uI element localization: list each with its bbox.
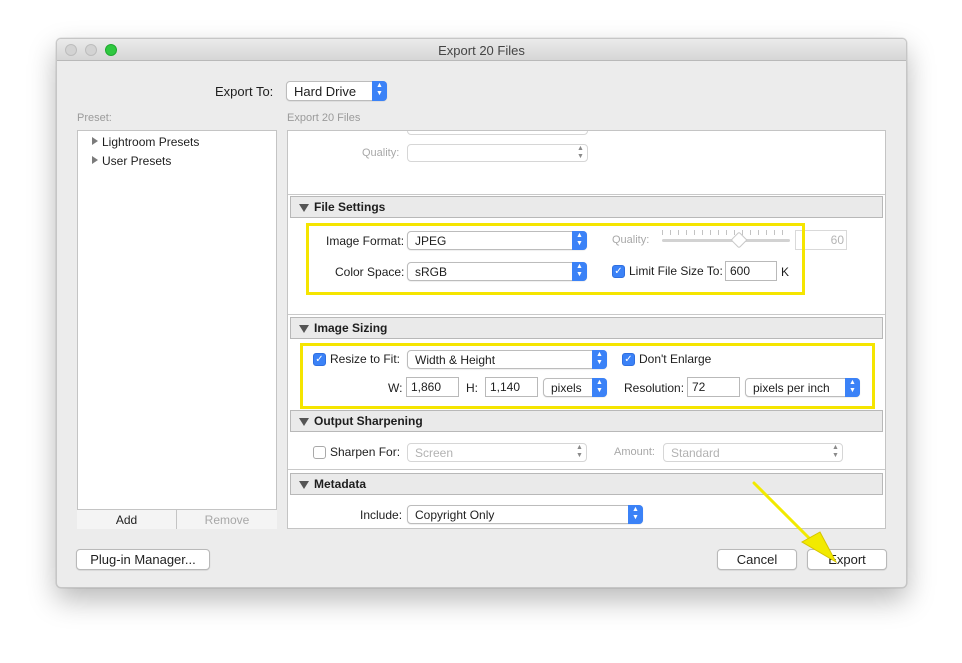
export-to-label: Export To:: [215, 84, 274, 99]
title-bar: Export 20 Files: [57, 39, 906, 61]
image-sizing-highlight: [300, 343, 875, 409]
remove-preset-button[interactable]: Remove: [177, 510, 277, 529]
preset-item-user[interactable]: User Presets: [92, 154, 171, 168]
disclosure-triangle-icon: [92, 156, 98, 164]
plugin-manager-button[interactable]: Plug-in Manager...: [76, 549, 210, 570]
section-divider: [288, 314, 885, 315]
section-title: Metadata: [314, 477, 367, 491]
preset-label: Preset:: [77, 112, 112, 124]
popup-arrows-icon: ▲ ▼: [577, 145, 584, 160]
preset-list: Lightroom Presets User Presets: [77, 130, 277, 529]
popup-arrows-icon: ▲ ▼: [576, 444, 583, 459]
disclosure-triangle-icon: [92, 137, 98, 145]
section-divider: [288, 194, 885, 195]
export-to-value: Hard Drive: [294, 84, 357, 99]
include-value: Copyright Only: [415, 508, 495, 522]
popup-arrows-icon: ▲ ▼: [372, 81, 387, 101]
amount-select: Standard ▲ ▼: [663, 443, 843, 462]
amount-label: Amount:: [614, 446, 655, 458]
include-select[interactable]: Copyright Only ▲ ▼: [407, 505, 643, 524]
preset-item-label: User Presets: [102, 154, 172, 168]
preset-item-lightroom[interactable]: Lightroom Presets: [92, 135, 199, 149]
image-sizing-header[interactable]: Image Sizing: [290, 317, 883, 339]
sharpen-for-checkbox[interactable]: [313, 446, 326, 459]
popup-arrows-icon: ▲ ▼: [832, 444, 839, 459]
include-label: Include:: [360, 508, 403, 522]
disclosure-triangle-icon: [299, 204, 309, 212]
partial-select: [407, 131, 588, 135]
sharpen-for-select: Screen ▲ ▼: [407, 443, 587, 462]
output-sharpening-header[interactable]: Output Sharpening: [290, 410, 883, 432]
preset-item-label: Lightroom Presets: [102, 135, 200, 149]
annotation-arrow-icon: [752, 481, 838, 564]
window-title: Export 20 Files: [438, 43, 525, 58]
top-quality-select: ▲ ▼: [407, 144, 588, 162]
disclosure-triangle-icon: [299, 325, 309, 333]
section-title: Image Sizing: [314, 321, 388, 335]
export-to-select[interactable]: Hard Drive ▲ ▼: [286, 81, 387, 101]
sharpen-for-label: Sharpen For:: [330, 445, 401, 459]
section-title: File Settings: [314, 200, 386, 214]
disclosure-triangle-icon: [299, 481, 309, 489]
section-title: Output Sharpening: [314, 414, 423, 428]
preset-buttons: Add Remove: [77, 509, 277, 529]
settings-header: Export 20 Files: [287, 112, 361, 124]
disclosure-triangle-icon: [299, 418, 309, 426]
file-settings-highlight: [306, 223, 805, 295]
top-quality-label: Quality:: [362, 147, 400, 159]
sharpen-for-value: Screen: [415, 446, 454, 460]
amount-value: Standard: [671, 446, 720, 460]
file-settings-header[interactable]: File Settings: [290, 196, 883, 218]
popup-arrows-icon: ▲ ▼: [628, 505, 643, 524]
add-preset-button[interactable]: Add: [77, 510, 177, 529]
